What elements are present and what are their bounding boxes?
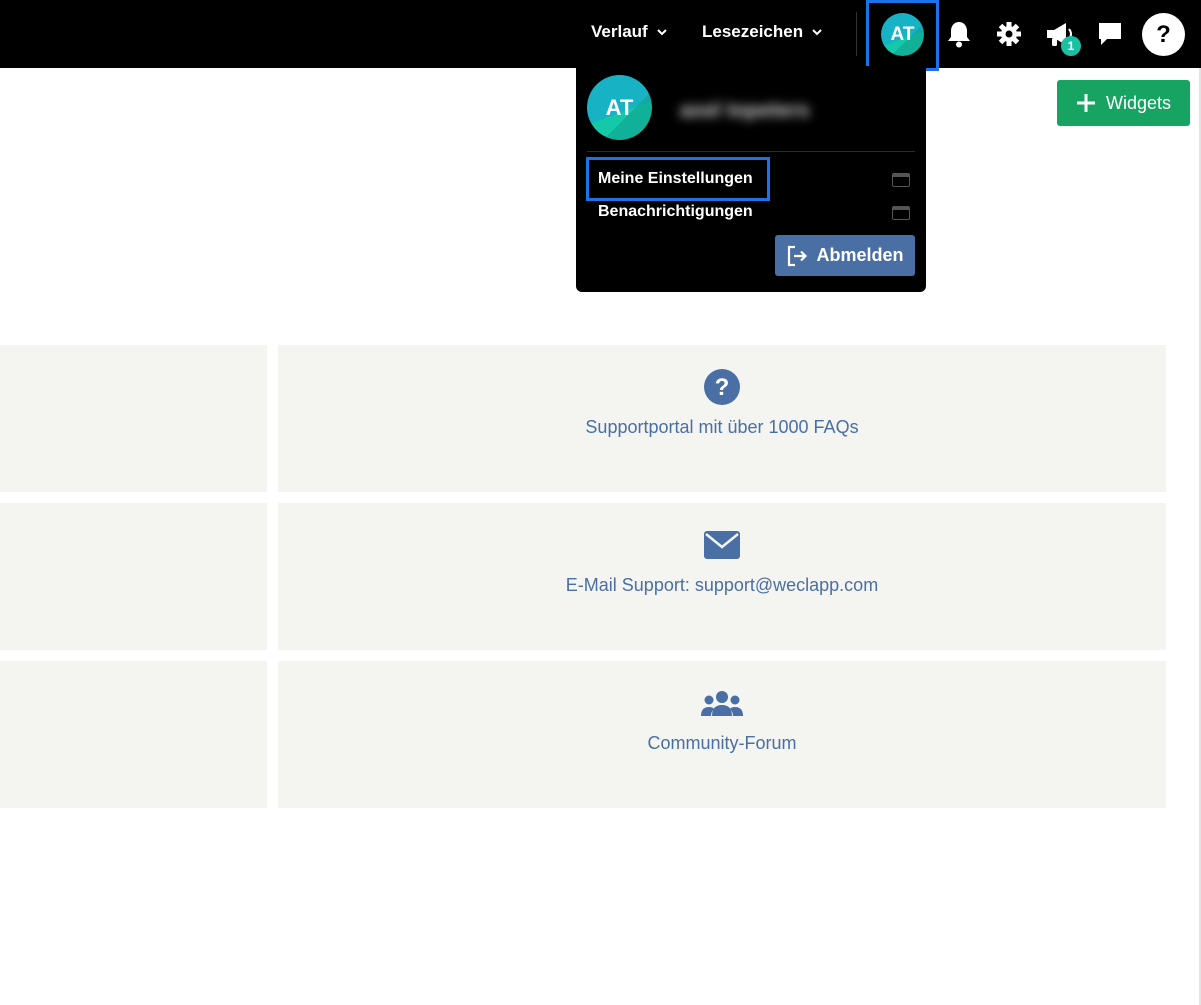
bookmarks-menu[interactable]: Lesezeichen <box>702 22 823 42</box>
announcement-count-badge: 1 <box>1061 36 1081 56</box>
avatar-highlight-frame <box>866 0 939 71</box>
email-support-card[interactable]: E-Mail Support: support@weclapp.com <box>278 503 1166 650</box>
left-card <box>0 503 267 650</box>
logout-button-label: Abmelden <box>816 245 904 265</box>
user-display-name: axel topeters <box>680 99 810 122</box>
bookmarks-menu-label: Lesezeichen <box>702 22 804 41</box>
dropdown-user-avatar: AT <box>587 75 652 140</box>
add-widgets-button[interactable]: Widgets <box>1057 80 1190 126</box>
chevron-down-icon <box>812 29 822 36</box>
bell-icon <box>948 22 970 48</box>
plus-icon <box>1076 94 1095 112</box>
help-question-icon: ? <box>1156 20 1171 48</box>
settings-highlight-frame <box>586 157 770 201</box>
open-in-window-icon[interactable] <box>892 206 910 220</box>
support-portal-link[interactable]: Supportportal mit über 1000 FAQs <box>585 417 858 438</box>
left-card <box>0 661 267 808</box>
history-menu[interactable]: Verlauf <box>591 22 668 42</box>
users-icon <box>700 683 744 723</box>
open-in-window-icon[interactable] <box>892 173 910 187</box>
dropdown-divider <box>587 151 915 152</box>
email-support-link[interactable]: E-Mail Support: support@weclapp.com <box>566 575 878 596</box>
history-menu-label: Verlauf <box>591 22 648 41</box>
left-card <box>0 345 267 492</box>
nav-divider <box>856 12 857 56</box>
logout-button[interactable]: Abmelden <box>775 235 915 276</box>
widgets-button-label: Widgets <box>1105 92 1172 113</box>
help-button[interactable]: ? <box>1142 13 1185 56</box>
notifications-button[interactable] <box>941 16 977 52</box>
community-forum-link[interactable]: Community-Forum <box>647 733 796 754</box>
svg-text:?: ? <box>715 374 730 401</box>
gear-icon <box>997 22 1021 46</box>
chat-button[interactable] <box>1092 16 1128 52</box>
community-forum-card[interactable]: Community-Forum <box>278 661 1166 808</box>
question-circle-icon: ? <box>703 367 741 407</box>
notifications-link[interactable]: Benachrichtigungen <box>598 203 753 221</box>
sign-out-icon <box>788 245 808 266</box>
chat-bubble-icon <box>1099 23 1121 45</box>
envelope-icon <box>703 525 741 565</box>
avatar-initials: AT <box>605 94 634 120</box>
chevron-down-icon <box>656 29 667 36</box>
settings-button[interactable] <box>991 16 1027 52</box>
support-portal-card[interactable]: ? Supportportal mit über 1000 FAQs <box>278 345 1166 492</box>
